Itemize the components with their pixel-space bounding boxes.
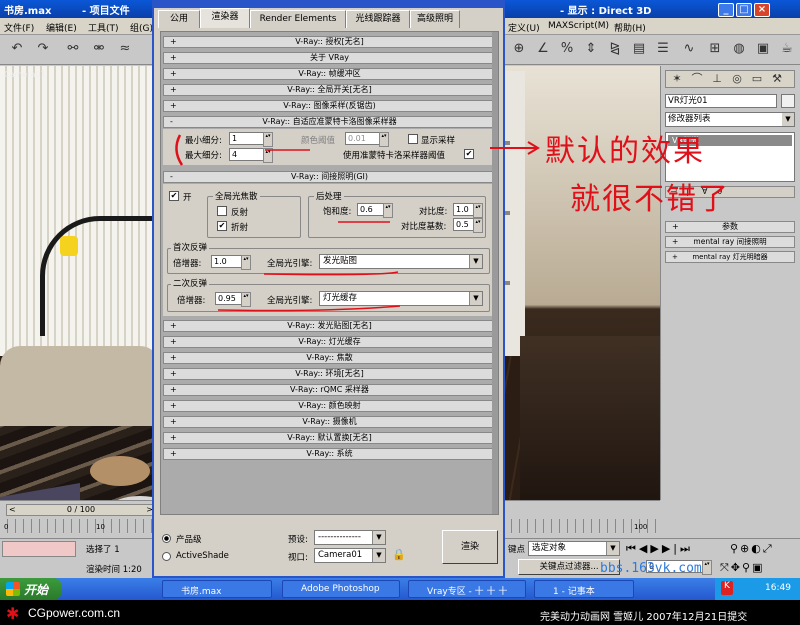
annotation-line-1: 默认的效果: [545, 134, 705, 169]
underline-primary: [263, 271, 399, 276]
footer-site: CGpower.com.cn: [28, 606, 121, 620]
task-browser[interactable]: Vray专区 - 十 十 十: [408, 580, 526, 598]
windows-taskbar: [0, 578, 800, 600]
footer-credit: 完美动力动画网 雪姬儿 2007年12月21日提交: [540, 612, 748, 623]
footer-caption: ✱ CGpower.com.cn 完美动力动画网 雪姬儿 2007年12月21日…: [0, 600, 800, 625]
underline-secondary: [217, 305, 401, 312]
bracket-mark: [175, 134, 184, 166]
task-notepad[interactable]: 1 - 记事本: [534, 580, 634, 598]
task-max[interactable]: 书房.max: [162, 580, 272, 598]
windows-logo-icon: [6, 582, 20, 596]
system-tray: K 16:49: [715, 578, 800, 600]
tray-icon[interactable]: K: [721, 581, 733, 595]
task-photoshop[interactable]: Adobe Photoshop: [282, 580, 400, 598]
annotation-marks: [175, 134, 540, 312]
annotation-line-2: 就很不错了: [570, 182, 730, 217]
cgpower-logo-icon: ✱: [6, 604, 20, 623]
start-label: 开始: [24, 583, 49, 597]
start-button[interactable]: 开始: [0, 578, 62, 600]
clock: 16:49: [765, 583, 791, 593]
